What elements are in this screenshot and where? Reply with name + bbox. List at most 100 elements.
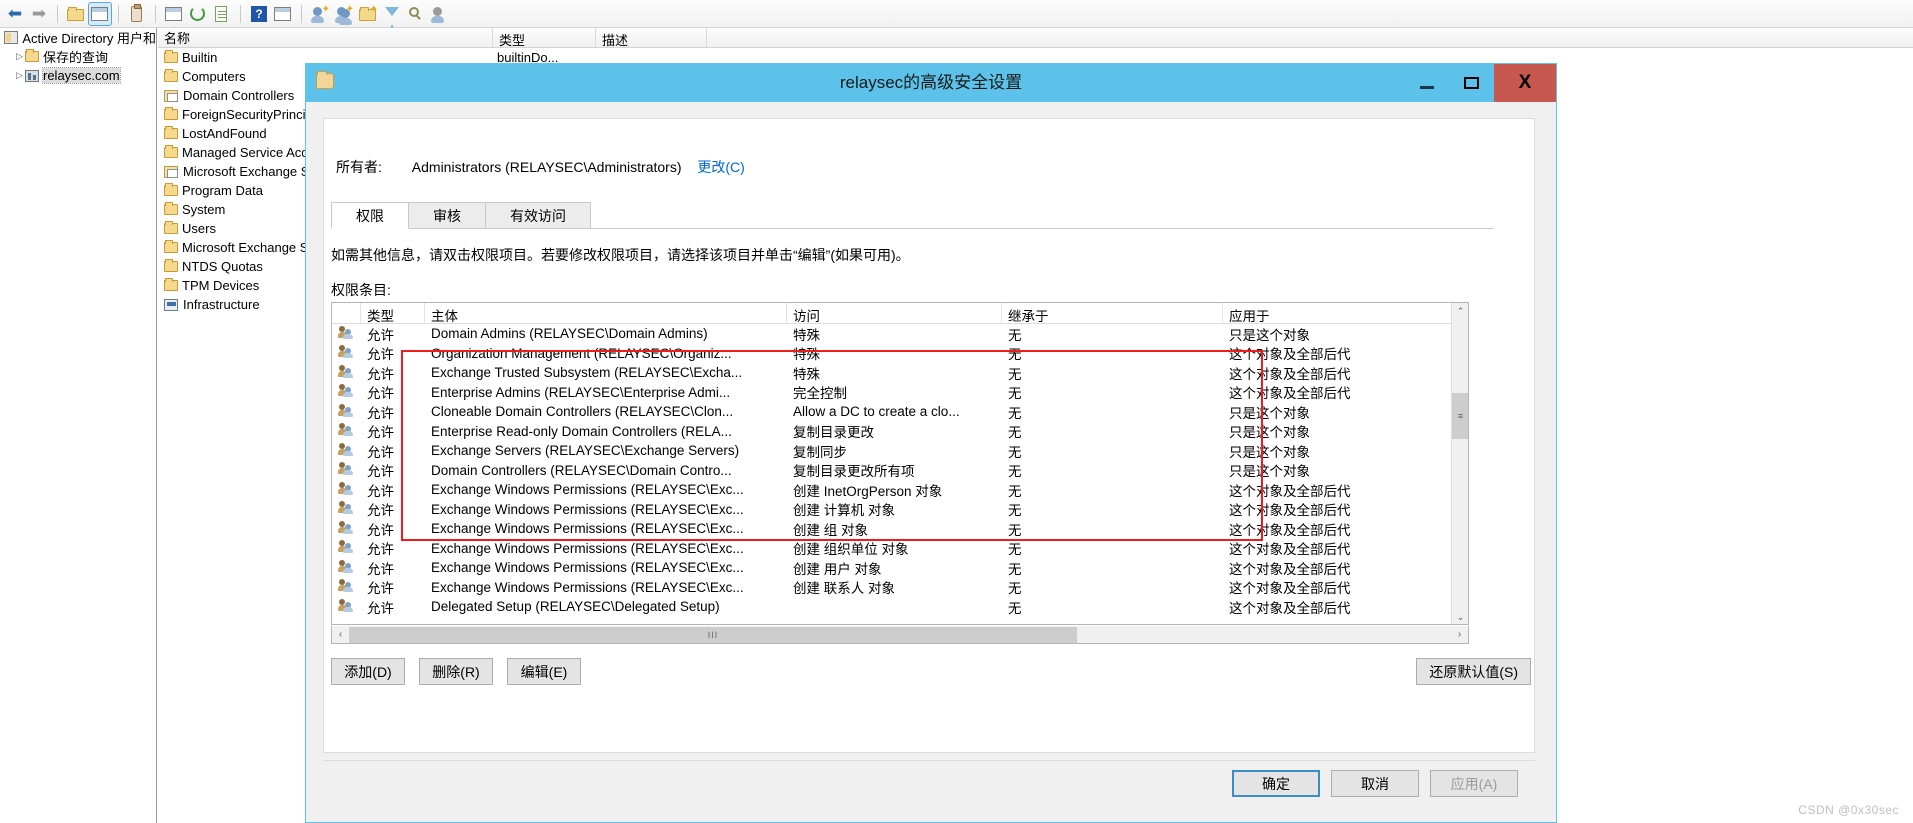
forward-arrow-icon[interactable]: ➡ [28,3,50,25]
filter-icon[interactable] [381,3,403,30]
cell-inherited-from: 无 [1008,561,1022,577]
tab-auditing[interactable]: 审核 [408,202,486,229]
cell-type: 允许 [367,347,394,363]
grid-column-inherited-from[interactable]: 继承于 [1002,303,1223,324]
cancel-button[interactable]: 取消 [1331,770,1419,797]
cell-type: 允许 [367,542,394,558]
grid-column-applies-to[interactable]: 应用于 [1223,303,1455,324]
hscrollbar-thumb[interactable]: III [349,626,1077,643]
tree-item-saved-queries[interactable]: ▷ 保存的查询 [0,47,156,66]
maximize-button[interactable] [1449,64,1494,102]
properties-icon[interactable] [126,3,148,25]
apply-button[interactable]: 应用(A) [1430,770,1518,797]
scroll-right-icon[interactable]: › [1451,627,1468,643]
row-icon-cell [332,520,361,537]
table-row[interactable]: 允许 Exchange Windows Permissions (RELAYSEC… [332,480,1468,500]
tree-twisty[interactable]: ▷ [14,70,25,81]
grid-horizontal-scrollbar[interactable]: ‹ III › [331,626,1469,644]
table-row[interactable]: 允许 Exchange Servers (RELAYSEC\Exchange Se… [332,441,1468,461]
users-icon [338,598,353,612]
users-icon [338,345,353,359]
new-user-icon[interactable]: ✦ [309,3,331,25]
scroll-up-icon[interactable]: ⌃ [1452,303,1468,320]
find-icon[interactable] [405,3,427,25]
domain-icon [25,69,39,82]
back-arrow-icon[interactable]: ⬅ [4,3,26,25]
grid-column-principal[interactable]: 主体 [425,303,787,324]
delegate-control-icon[interactable] [429,3,451,25]
new-group-icon[interactable]: ✦ [333,3,355,25]
table-row[interactable]: 允许 Enterprise Read-only Domain Controller… [332,422,1468,442]
tab-permissions[interactable]: 权限 [331,202,409,229]
table-row[interactable]: 允许 Exchange Windows Permissions (RELAYSEC… [332,558,1468,578]
cell-access: 复制目录更改 [793,425,874,441]
listview-column-desc[interactable]: 描述 [596,28,707,47]
minimize-button[interactable] [1404,64,1449,102]
scroll-left-icon[interactable]: ‹ [332,627,349,643]
cell-access: 特殊 [793,327,820,343]
table-row[interactable]: 允许 Domain Admins (RELAYSEC\Domain Admins)… [332,324,1468,344]
grid-column-type[interactable]: 类型 [361,303,425,324]
console-tree-pane: Active Directory 用户和 ▷ 保存的查询 ▷ relaysec.… [0,28,157,823]
cell-access: 创建 InetOrgPerson 对象 [793,483,943,499]
cell-access: 创建 组织单位 对象 [793,542,909,558]
new-window-icon[interactable] [163,3,185,25]
row-icon-cell [332,325,361,342]
tab-effective-access[interactable]: 有效访问 [485,202,591,229]
tree-twisty[interactable]: ▷ [14,51,25,62]
users-icon [338,423,353,437]
grid-rows: 允许 Domain Admins (RELAYSEC\Domain Admins)… [332,324,1468,617]
ou-icon [164,165,178,178]
scroll-down-icon[interactable]: ⌄ [1452,609,1468,624]
owner-change-link[interactable]: 更改(C) [697,159,744,175]
cell-applies-to: 这个对象及全部后代 [1229,366,1351,382]
close-button[interactable]: X [1494,64,1556,102]
table-row[interactable]: 允许 Cloneable Domain Controllers (RELAYSEC… [332,402,1468,422]
table-row[interactable]: 允许 Exchange Windows Permissions (RELAYSEC… [332,519,1468,539]
table-row[interactable]: 允许 Enterprise Admins (RELAYSEC\Enterprise… [332,383,1468,403]
help-icon[interactable]: ? [248,3,270,25]
table-row[interactable]: 允许 Delegated Setup (RELAYSEC\Delegated Se… [332,597,1468,617]
export-list-icon[interactable] [211,3,233,25]
tree-item-relaysec-com[interactable]: ▷ relaysec.com [0,66,156,85]
restore-defaults-button[interactable]: 还原默认值(S) [1416,658,1531,685]
table-row[interactable]: 允许 Exchange Windows Permissions (RELAYSEC… [332,500,1468,520]
users-icon [338,403,353,417]
new-ou-icon[interactable]: ✦ [357,3,379,25]
remove-button[interactable]: 删除(R) [419,658,493,685]
permission-entries-grid: 类型 主体 访问 继承于 应用于 允许 Domain Admins (RELAYS… [331,302,1469,625]
dialog-titlebar[interactable]: relaysec的高级安全设置 X [306,64,1556,102]
listview-column-type[interactable]: 类型 [493,28,596,47]
users-icon [338,325,353,339]
listview-column-name[interactable]: 名称 [158,28,493,47]
table-row[interactable]: 允许 Organization Management (RELAYSEC\Orga… [332,344,1468,364]
dialog-body: 所有者: Administrators (RELAYSEC\Administra… [306,102,1556,822]
refresh-icon[interactable] [187,3,209,25]
edit-button[interactable]: 编辑(E) [507,658,581,685]
cell-applies-to: 这个对象及全部后代 [1229,600,1351,616]
owner-row: 所有者: Administrators (RELAYSEC\Administra… [336,157,745,177]
ok-button[interactable]: 确定 [1232,770,1320,797]
grid-column-access[interactable]: 访问 [787,303,1002,324]
console-root-icon [4,31,19,44]
show-console-tree-icon[interactable] [88,1,112,26]
cell-principal: Cloneable Domain Controllers (RELAYSEC\C… [431,404,734,420]
table-row[interactable]: 允许 Domain Controllers (RELAYSEC\Domain Co… [332,461,1468,481]
list-item-name: Microsoft Exchange S [182,240,309,255]
list-item-name: NTDS Quotas [182,259,263,274]
add-button[interactable]: 添加(D) [331,658,405,685]
table-row[interactable]: 允许 Exchange Windows Permissions (RELAYSEC… [332,578,1468,598]
up-folder-icon[interactable] [65,3,87,25]
cell-principal: Domain Controllers (RELAYSEC\Domain Cont… [431,462,732,478]
cell-access: 创建 计算机 对象 [793,503,896,519]
tree-item-root[interactable]: Active Directory 用户和 [0,28,156,47]
cell-applies-to: 这个对象及全部后代 [1229,386,1351,402]
show-action-pane-icon[interactable] [272,3,294,25]
cell-principal: Organization Management (RELAYSEC\Organi… [431,345,732,361]
row-icon-cell [332,540,361,556]
grid-vertical-scrollbar[interactable]: ⌃ ≡ ⌄ [1451,303,1468,624]
toolbar-separator [118,4,119,23]
table-row[interactable]: 允许 Exchange Trusted Subsystem (RELAYSEC\E… [332,363,1468,383]
table-row[interactable]: 允许 Exchange Windows Permissions (RELAYSEC… [332,539,1468,559]
scrollbar-thumb[interactable]: ≡ [1452,393,1468,439]
